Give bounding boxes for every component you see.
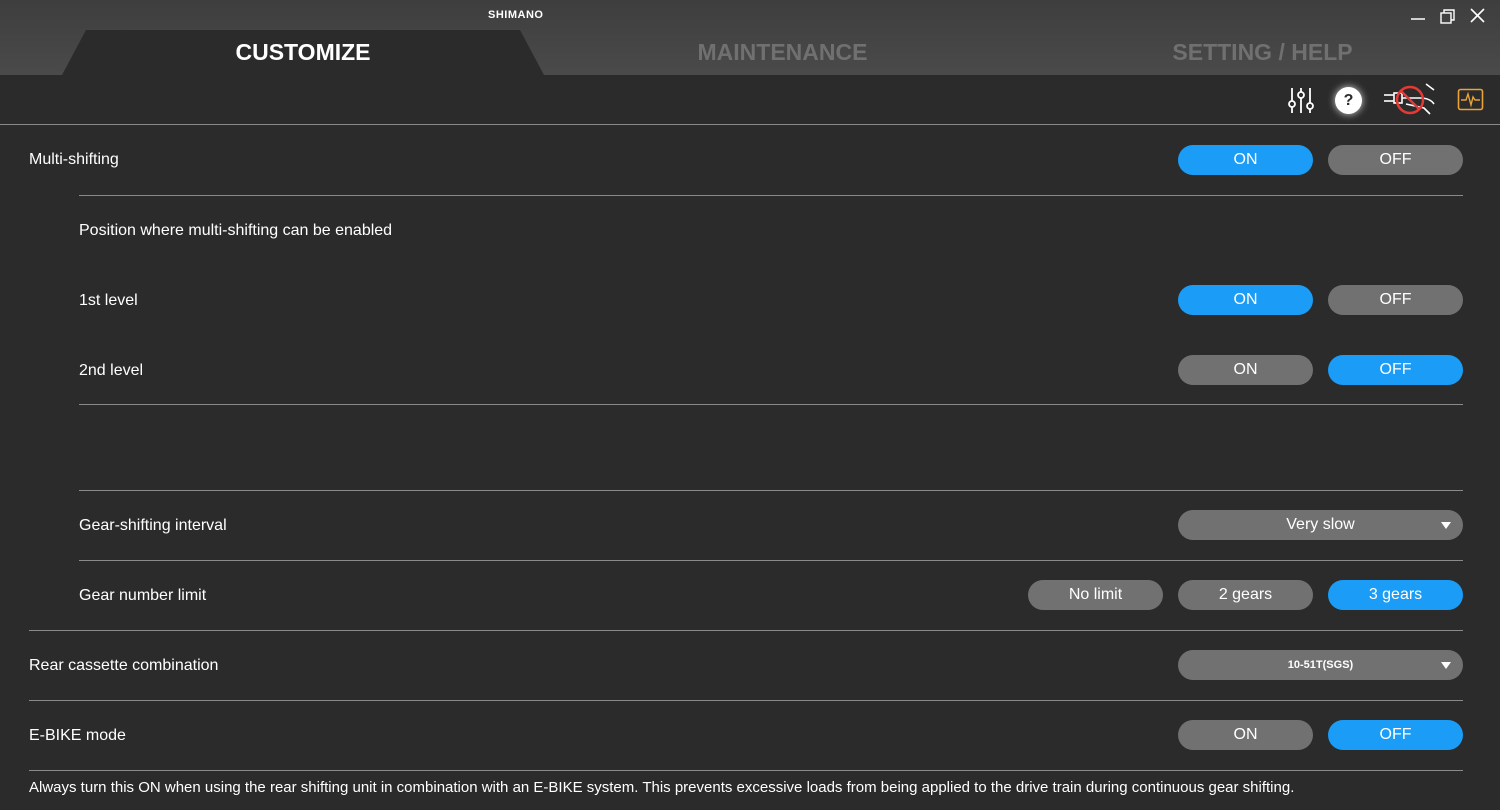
tab-setting-help[interactable]: SETTING / HELP: [1105, 30, 1420, 75]
title-bar: SHIMANO CUSTOMIZE MAINTENANCE SETTING / …: [0, 0, 1500, 75]
ebike-mode-off-button[interactable]: OFF: [1328, 720, 1463, 750]
restore-icon[interactable]: [1436, 4, 1460, 26]
second-level-on-button[interactable]: ON: [1178, 355, 1313, 385]
ebike-mode-on-button[interactable]: ON: [1178, 720, 1313, 750]
first-level-off-button[interactable]: OFF: [1328, 285, 1463, 315]
first-level-on-button[interactable]: ON: [1178, 285, 1313, 315]
ebike-mode-note: Always turn this ON when using the rear …: [29, 779, 1295, 796]
waveform-monitor-icon[interactable]: [1457, 88, 1484, 116]
tab-customize[interactable]: CUSTOMIZE: [62, 30, 544, 75]
dropdown-arrow-icon: [1441, 522, 1451, 529]
second-level-label: 2nd level: [79, 362, 144, 379]
gear-limit-no-limit-button[interactable]: No limit: [1028, 580, 1163, 610]
divider: [79, 490, 1463, 491]
first-level-label: 1st level: [79, 292, 138, 309]
minimize-icon[interactable]: [1406, 4, 1430, 26]
divider: [29, 700, 1463, 701]
close-icon[interactable]: [1466, 4, 1490, 26]
divider: [79, 560, 1463, 561]
rear-cassette-select[interactable]: 10-51T(SGS): [1178, 650, 1463, 680]
second-level-off-button[interactable]: OFF: [1328, 355, 1463, 385]
divider: [79, 404, 1463, 405]
help-icon[interactable]: ?: [1335, 87, 1362, 114]
toolbar: ?: [0, 75, 1500, 125]
adjust-sliders-icon[interactable]: [1286, 85, 1316, 120]
gear-limit-3-gears-button[interactable]: 3 gears: [1328, 580, 1463, 610]
gear-interval-value: Very slow: [1286, 516, 1355, 533]
divider: [79, 195, 1463, 196]
dropdown-arrow-icon: [1441, 662, 1451, 669]
gear-interval-label: Gear-shifting interval: [79, 517, 227, 534]
gear-limit-2-gears-button[interactable]: 2 gears: [1178, 580, 1313, 610]
rear-cassette-label: Rear cassette combination: [29, 657, 219, 674]
bike-disconnected-icon[interactable]: [1380, 80, 1438, 125]
tab-maintenance[interactable]: MAINTENANCE: [620, 30, 945, 75]
divider: [29, 770, 1463, 771]
app-brand: SHIMANO: [488, 9, 544, 21]
multi-shifting-off-button[interactable]: OFF: [1328, 145, 1463, 175]
gear-limit-label: Gear number limit: [79, 587, 207, 604]
position-heading: Position where multi-shifting can be ena…: [79, 222, 393, 239]
divider: [29, 630, 1463, 631]
multi-shifting-on-button[interactable]: ON: [1178, 145, 1313, 175]
gear-interval-select[interactable]: Very slow: [1178, 510, 1463, 540]
multi-shifting-label: Multi-shifting: [29, 151, 119, 168]
rear-cassette-value: 10-51T(SGS): [1287, 659, 1354, 671]
ebike-mode-label: E-BIKE mode: [29, 727, 126, 744]
